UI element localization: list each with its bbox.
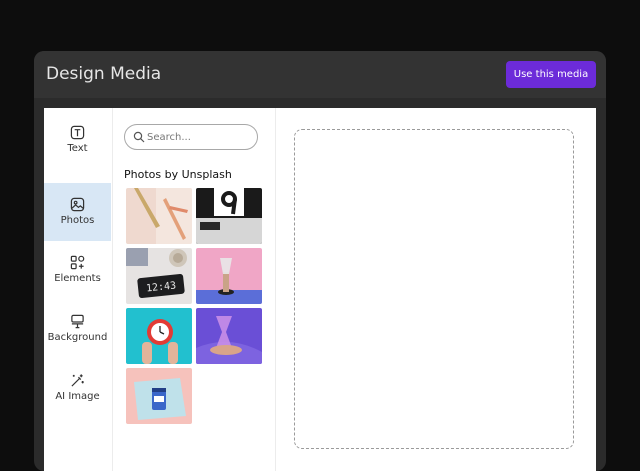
sidebar-item-label: Photos: [60, 215, 95, 226]
window-title: Design Media: [46, 64, 162, 84]
sidebar-item-label: Background: [47, 332, 108, 343]
photos-column: Photos by Unsplash: [112, 108, 276, 471]
pens-on-peach-photo[interactable]: [126, 188, 192, 244]
sidebar: Text Photos Elements Background AI Image: [44, 108, 113, 471]
black-number-nine-photo[interactable]: [196, 188, 262, 244]
text-box-icon: [70, 125, 85, 140]
hand-with-purple-hourglass-photo[interactable]: [196, 308, 262, 364]
sidebar-item-label: Elements: [54, 273, 101, 284]
sidebar-item-ai-image[interactable]: AI Image: [44, 359, 111, 417]
hand-with-glass-photo[interactable]: [196, 248, 262, 304]
search-icon: [133, 131, 145, 143]
section-title: Photos by Unsplash: [124, 168, 232, 181]
sidebar-item-elements[interactable]: Elements: [44, 241, 111, 299]
media-panel: Text Photos Elements Background AI Image…: [44, 108, 596, 471]
design-media-window: Design Media Use this media Text Photos: [34, 51, 606, 471]
paint-roller-icon: [71, 314, 84, 329]
use-this-media-button[interactable]: Use this media: [506, 61, 596, 88]
clock-on-desk-photo[interactable]: 12:43: [126, 248, 192, 304]
blue-jar-on-pink-photo[interactable]: [126, 368, 192, 424]
sidebar-item-photos[interactable]: Photos: [44, 183, 111, 241]
sidebar-item-background[interactable]: Background: [44, 300, 111, 358]
sidebar-item-label: Text: [67, 143, 88, 154]
sidebar-item-text[interactable]: Text: [44, 111, 111, 169]
title-bar: Design Media Use this media: [34, 51, 606, 98]
hand-holding-red-clock-photo[interactable]: [126, 308, 192, 364]
media-drop-zone[interactable]: [294, 129, 574, 449]
shapes-icon: [70, 255, 85, 270]
image-icon: [70, 197, 85, 212]
search-input[interactable]: [147, 128, 247, 146]
magic-wand-icon: [71, 374, 84, 387]
search-box[interactable]: [124, 124, 258, 150]
sidebar-item-label: AI Image: [55, 391, 100, 402]
